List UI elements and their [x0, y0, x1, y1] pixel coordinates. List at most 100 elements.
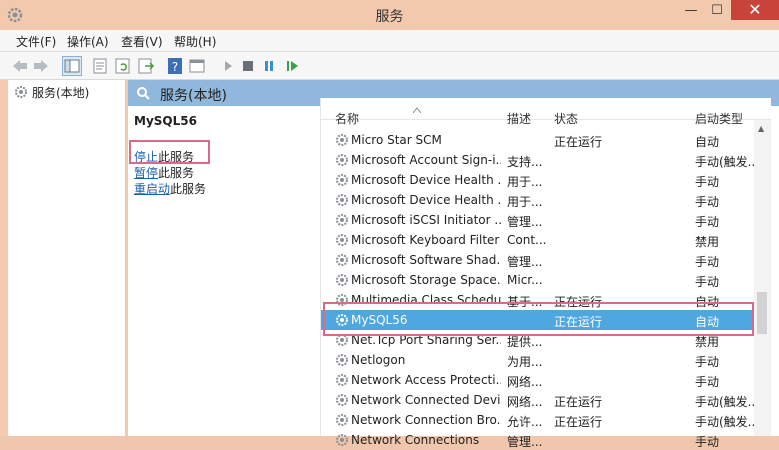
- table-row[interactable]: Network Connections 管理... 手动: [321, 430, 754, 450]
- service-status-cell: 正在运行: [554, 135, 603, 149]
- back-arrow-icon[interactable]: [10, 56, 30, 76]
- column-header-startup-type[interactable]: 启动类型: [695, 110, 743, 127]
- services-gear-icon: [14, 85, 28, 99]
- column-header-row: 名称 描述 状态 启动类型: [321, 98, 771, 126]
- table-row[interactable]: Microsoft Keyboard Filter Cont... 禁用: [321, 230, 754, 250]
- service-description-cell: 支持...: [507, 155, 543, 169]
- vertical-scrollbar[interactable]: ▲: [754, 120, 771, 436]
- selected-service-name: MySQL56: [134, 114, 197, 128]
- service-startup-type-cell: 手动: [695, 275, 720, 289]
- service-description-cell: 网络...: [507, 375, 543, 389]
- resume-service-icon[interactable]: [282, 56, 302, 76]
- service-startup-type-cell: 手动: [695, 375, 720, 389]
- scrollbar-thumb[interactable]: [757, 292, 767, 334]
- service-gear-icon: [335, 153, 349, 167]
- start-service-icon[interactable]: [218, 56, 238, 76]
- service-startup-type-cell: 手动: [695, 195, 720, 209]
- service-name-cell: Microsoft Storage Space...: [351, 273, 501, 287]
- refresh-icon[interactable]: [113, 56, 133, 76]
- table-row[interactable]: Microsoft Storage Space... Micr... 手动: [321, 270, 754, 290]
- service-gear-icon: [335, 413, 349, 427]
- service-startup-type-cell: 禁用: [695, 235, 720, 249]
- service-gear-icon: [335, 193, 349, 207]
- services-window: 服务 — ☐ ✕ 文件(F) 操作(A) 查看(V) 帮助(H) ? 服务(本地…: [0, 0, 779, 449]
- pause-service-action: 暂停此服务: [134, 164, 194, 181]
- console-tree-icon[interactable]: [62, 56, 82, 76]
- pause-service-icon[interactable]: [259, 56, 279, 76]
- console-tree: 服务(本地): [8, 80, 126, 436]
- minimize-button[interactable]: —: [680, 2, 702, 20]
- service-description-cell: Cont...: [507, 233, 547, 247]
- table-row[interactable]: Microsoft Device Health ... 用于... 手动: [321, 190, 754, 210]
- column-header-description[interactable]: 描述: [507, 110, 531, 127]
- service-name-cell: Microsoft Device Health ...: [351, 193, 501, 207]
- column-header-name[interactable]: 名称: [335, 110, 359, 127]
- table-row[interactable]: Microsoft Device Health ... 用于... 手动: [321, 170, 754, 190]
- service-description-cell: 管理...: [507, 215, 543, 229]
- table-row[interactable]: Micro Star SCM 正在运行 自动: [321, 130, 754, 150]
- table-row[interactable]: Microsoft Account Sign-i... 支持... 手动(触发...: [321, 150, 755, 170]
- service-name-cell: Micro Star SCM: [351, 133, 442, 147]
- svg-text:?: ?: [172, 60, 178, 74]
- service-name-cell: Microsoft Account Sign-i...: [351, 153, 501, 167]
- menu-help[interactable]: 帮助(H): [174, 33, 216, 50]
- service-gear-icon: [335, 373, 349, 387]
- close-button[interactable]: ✕: [731, 0, 779, 20]
- service-gear-icon: [335, 433, 349, 447]
- help-icon[interactable]: ?: [165, 56, 185, 76]
- table-row[interactable]: Microsoft iSCSI Initiator ... 管理... 手动: [321, 210, 754, 230]
- service-name-cell: Network Access Protecti...: [351, 373, 501, 387]
- view-icon[interactable]: [187, 56, 207, 76]
- service-startup-type-cell: 手动: [695, 255, 720, 269]
- column-header-status[interactable]: 状态: [554, 110, 578, 127]
- menu-action[interactable]: 操作(A): [67, 33, 109, 50]
- service-startup-type-cell: 手动(触发...: [695, 395, 755, 409]
- tree-item-label: 服务(本地): [32, 86, 90, 100]
- service-gear-icon: [335, 353, 349, 367]
- service-description-cell: 用于...: [507, 175, 543, 189]
- service-gear-icon: [335, 133, 349, 147]
- properties-icon[interactable]: [90, 56, 110, 76]
- stop-link-highlight: [129, 140, 210, 164]
- menu-view[interactable]: 查看(V): [121, 33, 163, 50]
- menu-file[interactable]: 文件(F): [16, 33, 56, 50]
- service-gear-icon: [335, 213, 349, 227]
- menu-bar: 文件(F) 操作(A) 查看(V) 帮助(H): [0, 30, 779, 52]
- service-name-cell: Netlogon: [351, 353, 406, 367]
- table-row[interactable]: Netlogon 为用... 手动: [321, 350, 754, 370]
- restart-service-link[interactable]: 重启动: [134, 182, 170, 196]
- service-name-cell: Microsoft Device Health ...: [351, 173, 501, 187]
- panel-title: 服务(本地): [160, 88, 227, 104]
- service-name-cell: Network Connections: [351, 433, 480, 447]
- service-description-cell: 用于...: [507, 195, 543, 209]
- search-gear-icon: [136, 86, 151, 101]
- sort-ascending-icon: [412, 102, 422, 114]
- table-row[interactable]: Network Connection Bro... 允许... 正在运行 手动(触发.…: [321, 410, 755, 430]
- service-name-cell: Microsoft Keyboard Filter: [351, 233, 500, 247]
- service-startup-type-cell: 手动: [695, 355, 720, 369]
- service-name-cell: Network Connected Devi...: [351, 393, 501, 407]
- stop-service-icon[interactable]: [238, 56, 258, 76]
- action-suffix: 此服务: [170, 182, 207, 196]
- service-startup-type-cell: 自动: [695, 135, 720, 149]
- services-list: 名称 描述 状态 启动类型 Micro Star SCM 正在运行 自动 Micros…: [320, 98, 771, 449]
- title-bar: 服务 — ☐ ✕: [0, 0, 779, 30]
- maximize-button[interactable]: ☐: [706, 2, 728, 20]
- scroll-up-icon[interactable]: ▲: [758, 124, 764, 133]
- service-description-cell: Micr...: [507, 273, 543, 287]
- service-description-cell: 网络...: [507, 395, 543, 409]
- table-row[interactable]: Microsoft Software Shad... 管理... 手动: [321, 250, 754, 270]
- restart-service-action: 重启动此服务: [134, 180, 206, 197]
- service-description-cell: 允许...: [507, 415, 543, 429]
- export-list-icon[interactable]: [136, 56, 156, 76]
- action-suffix: 此服务: [158, 166, 195, 180]
- service-name-cell: Microsoft iSCSI Initiator ...: [351, 213, 501, 227]
- toolbar: ?: [0, 52, 779, 80]
- service-description-cell: 为用...: [507, 355, 543, 369]
- service-status-cell: 正在运行: [554, 415, 603, 429]
- table-row[interactable]: Network Access Protecti... 网络... 手动: [321, 370, 754, 390]
- table-row[interactable]: Network Connected Devi... 网络... 正在运行 手动(触发.…: [321, 390, 755, 410]
- pause-service-link[interactable]: 暂停: [134, 166, 158, 180]
- forward-arrow-icon[interactable]: [31, 56, 51, 76]
- service-gear-icon: [335, 393, 349, 407]
